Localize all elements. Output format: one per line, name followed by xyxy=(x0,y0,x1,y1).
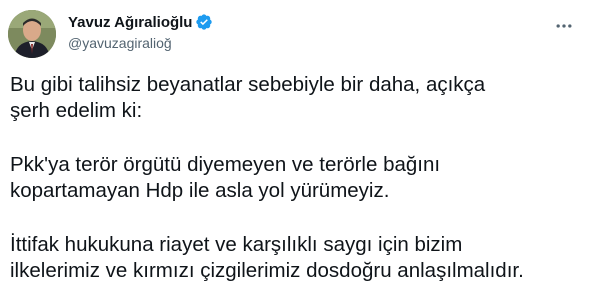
tweet-text: Bu gibi talihsiz beyanatlar sebebiyle bi… xyxy=(10,72,585,284)
verified-badge-icon xyxy=(195,13,213,31)
more-horizontal-icon[interactable] xyxy=(552,14,576,38)
tweet-line: İttifak hukukuna riayet ve karşılıklı sa… xyxy=(10,233,463,256)
tweet-paragraph: Pkk'ya terör örgütü diyemeyen ve terörle… xyxy=(10,152,585,204)
tweet-line: Pkk'ya terör örgütü diyemeyen ve terörle… xyxy=(10,153,441,176)
tweet-line: Bu gibi talihsiz beyanatlar sebebiyle bi… xyxy=(10,73,486,96)
display-name-row: Yavuz Ağıralioğlu xyxy=(68,12,213,32)
author-handle[interactable]: @yavuzagiralioğ xyxy=(68,35,213,51)
avatar-photo xyxy=(8,10,56,58)
tweet-line: ilkelerimiz ve kırmızı çizgilerimiz dosd… xyxy=(10,259,524,282)
tweet-line: kopartamayan Hdp ile asla yol yürümeyiz. xyxy=(10,179,390,202)
tweet-line: şerh edelim ki: xyxy=(10,99,143,122)
tweet-paragraph: İttifak hukukuna riayet ve karşılıklı sa… xyxy=(10,232,585,284)
tweet-header: Yavuz Ağıralioğlu @yavuzagiralioğ xyxy=(8,6,582,58)
tweet-card: Yavuz Ağıralioğlu @yavuzagiralioğ Bu gib… xyxy=(0,0,590,307)
display-name[interactable]: Yavuz Ağıralioğlu xyxy=(68,14,192,31)
author-names: Yavuz Ağıralioğlu @yavuzagiralioğ xyxy=(68,12,213,51)
tweet-paragraph: Bu gibi talihsiz beyanatlar sebebiyle bi… xyxy=(10,72,585,124)
avatar[interactable] xyxy=(8,10,56,58)
